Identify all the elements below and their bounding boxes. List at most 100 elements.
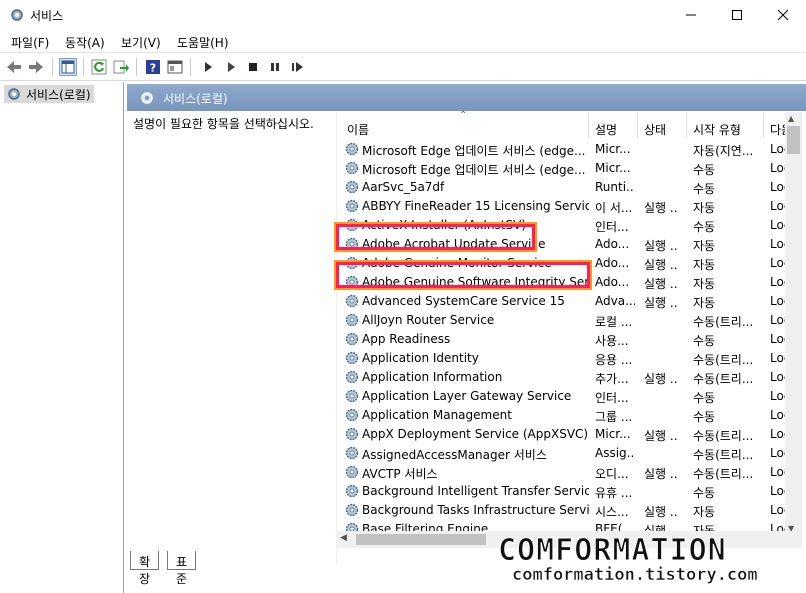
table-row[interactable]: AppX Deployment Service (AppXSVC) Micr...… xyxy=(337,425,792,444)
service-state: 실행 ... xyxy=(644,201,678,215)
table-row[interactable]: Background Tasks Infrastructure Service 시… xyxy=(337,501,792,520)
table-row[interactable]: Advanced SystemCare Service 15 Adva... 실행 … xyxy=(337,292,792,311)
maximize-button[interactable] xyxy=(714,0,760,30)
table-row[interactable]: Background Intelligent Transfer Service 유… xyxy=(337,482,792,501)
service-startup-type: 자동 xyxy=(693,201,716,215)
services-gear-icon xyxy=(141,92,153,104)
horizontal-scroll-thumb[interactable] xyxy=(356,534,486,545)
pause-service-button[interactable] xyxy=(266,58,284,76)
service-description: Micr... xyxy=(595,427,631,441)
show-hide-console-tree-button[interactable] xyxy=(59,58,77,76)
service-name: Microsoft Edge 업데이트 서비스 (edge... xyxy=(362,144,586,158)
service-description: Ado... xyxy=(595,237,630,251)
service-description: 시스... xyxy=(595,505,629,519)
minimize-icon xyxy=(686,14,696,16)
service-name: AVCTP 서비스 xyxy=(362,467,438,481)
service-description: 로컬 ... xyxy=(595,315,633,329)
table-row[interactable]: ABBYY FineReader 15 Licensing Service 이 서… xyxy=(337,197,792,216)
column-header: ⌃ 이름 설명 상태 시작 유형 다음 xyxy=(337,110,806,140)
restart-icon xyxy=(292,62,303,72)
table-row[interactable]: Application Management 그룹 ... 수동 Loc xyxy=(337,406,792,425)
table-row[interactable]: AarSvc_5a7df Runti... 수동 Loc xyxy=(337,178,792,197)
minimize-button[interactable] xyxy=(668,0,714,30)
service-gear-icon xyxy=(345,408,359,422)
stop-service-button[interactable] xyxy=(244,58,262,76)
tree-item-services-local[interactable]: 서비스(로컬) xyxy=(4,85,94,103)
tab-standard[interactable]: 표준 xyxy=(167,551,197,586)
scroll-up-icon[interactable]: ▲ xyxy=(788,114,794,123)
menu-view[interactable]: 보기(V) xyxy=(121,34,161,51)
menu-action[interactable]: 동작(A) xyxy=(65,34,105,51)
close-button[interactable] xyxy=(760,0,806,30)
table-row[interactable]: Microsoft Edge 업데이트 서비스 (edge... Micr... 수… xyxy=(337,159,792,178)
column-separator[interactable] xyxy=(588,112,589,138)
toolbar-separator xyxy=(83,58,84,76)
tab-extended[interactable]: 확장 xyxy=(130,551,160,586)
export-list-button[interactable] xyxy=(112,58,130,76)
close-icon xyxy=(777,9,789,21)
service-gear-icon xyxy=(345,484,359,498)
table-row[interactable]: AssignedAccessManager 서비스 Assig... 수동(트리..… xyxy=(337,444,792,463)
table-row[interactable]: App Readiness 사용... 수동 Loc xyxy=(337,330,792,349)
menu-file[interactable]: 파일(F) xyxy=(11,34,49,51)
vertical-scroll-thumb[interactable] xyxy=(787,126,800,154)
service-state: 실행 ... xyxy=(644,429,678,443)
refresh-button[interactable] xyxy=(90,58,108,76)
export-icon xyxy=(113,60,129,74)
service-startup-type: 자동 xyxy=(693,258,716,272)
column-separator[interactable] xyxy=(763,112,764,138)
service-startup-type: 수동(트리... xyxy=(693,448,754,462)
service-name: AssignedAccessManager 서비스 xyxy=(362,448,547,462)
start-service-alt-button[interactable] xyxy=(222,58,240,76)
menu-bar: 파일(F) 동작(A) 보기(V) 도움말(H) xyxy=(0,30,806,52)
service-startup-type: 수동 xyxy=(693,486,716,500)
table-row[interactable]: Application Layer Gateway Service 인터... 수동… xyxy=(337,387,792,406)
table-row[interactable]: Microsoft Edge 업데이트 서비스 (edge... Micr... 자… xyxy=(337,140,792,159)
toolbar: ? xyxy=(0,52,806,81)
table-row[interactable]: AllJoyn Router Service 로컬 ... 수동(트리... Loc xyxy=(337,311,792,330)
forward-button[interactable] xyxy=(27,58,45,76)
column-startup-type[interactable]: 시작 유형 xyxy=(693,121,741,138)
service-state: 실행 ... xyxy=(644,296,678,310)
column-separator[interactable] xyxy=(686,112,687,138)
service-startup-type: 수동 xyxy=(693,410,716,424)
service-description: Assig... xyxy=(595,446,635,460)
table-row[interactable]: AVCTP 서비스 오디... 실행 ... 수동(트리... Loc xyxy=(337,463,792,482)
service-gear-icon xyxy=(345,465,359,479)
column-separator[interactable] xyxy=(637,112,638,138)
restart-service-button[interactable] xyxy=(289,58,307,76)
service-description: 응용 ... xyxy=(595,353,633,367)
service-name: ABBYY FineReader 15 Licensing Service xyxy=(362,199,589,213)
title-bar: 서비스 xyxy=(0,0,806,30)
properties-icon xyxy=(167,60,183,74)
vertical-scrollbar[interactable]: ▲ ▼ xyxy=(785,112,802,536)
service-description: 그룹 ... xyxy=(595,410,633,424)
column-state[interactable]: 상태 xyxy=(644,121,666,138)
column-description[interactable]: 설명 xyxy=(595,121,617,138)
service-gear-icon xyxy=(345,313,359,327)
service-description: 인터... xyxy=(595,220,629,234)
help-button[interactable]: ? xyxy=(144,58,162,76)
refresh-icon xyxy=(91,59,107,75)
service-startup-type: 자동(지연... xyxy=(693,144,754,158)
menu-help[interactable]: 도움말(H) xyxy=(177,34,229,51)
service-startup-type: 수동(트리... xyxy=(693,429,754,443)
table-row[interactable]: Application Identity 응용 ... 수동(트리... Loc xyxy=(337,349,792,368)
scroll-left-icon[interactable]: ◀ xyxy=(340,533,347,543)
sort-ascending-icon: ⌃ xyxy=(459,110,468,121)
properties-button[interactable] xyxy=(166,58,184,76)
service-startup-type: 자동 xyxy=(693,277,716,291)
service-startup-type: 수동(트리... xyxy=(693,353,754,367)
service-state: 실행 ... xyxy=(644,372,678,386)
start-service-button[interactable] xyxy=(199,58,217,76)
back-button[interactable] xyxy=(5,58,23,76)
service-description: Micr... xyxy=(595,142,631,156)
service-startup-type: 수동(트리... xyxy=(693,372,754,386)
description-panel: 설명이 필요한 항목을 선택하십시오. xyxy=(133,117,314,131)
table-row[interactable]: Application Information 추가... 실행 ... 수동(트리.… xyxy=(337,368,792,387)
column-name[interactable]: 이름 xyxy=(347,121,369,138)
console-tree-icon xyxy=(61,60,75,74)
service-name: Application Information xyxy=(362,370,503,384)
service-name: Application Identity xyxy=(362,351,479,365)
svg-text:?: ? xyxy=(150,62,156,75)
